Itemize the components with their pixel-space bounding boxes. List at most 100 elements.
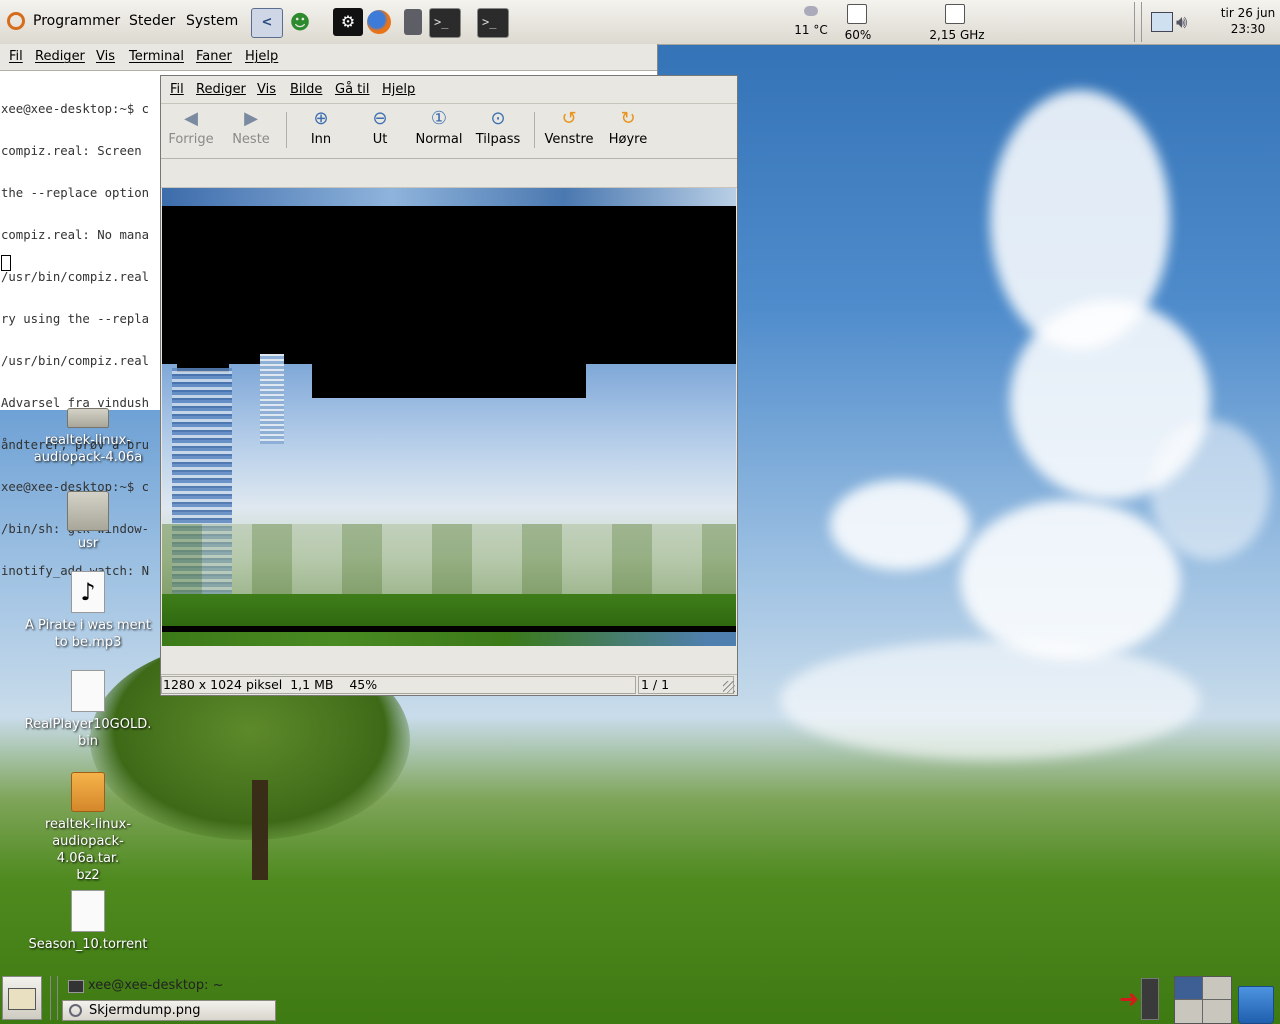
taskbar-item-image-viewer[interactable]: Skjermdump.png [62, 1000, 276, 1021]
folder-icon [67, 491, 109, 531]
viewer-menu-hjelp[interactable]: Hjelp [382, 82, 415, 97]
zoom-in-button[interactable]: ⊕ Inn [297, 108, 345, 147]
desktop-icon-realplayer[interactable]: RealPlayer10GOLD. bin [23, 670, 153, 750]
rotate-left-label: Venstre [544, 132, 594, 147]
show-desktop-button[interactable] [2, 976, 42, 1020]
launcher-kde[interactable]: < [251, 8, 283, 38]
image-glitch-column [260, 354, 284, 444]
launcher-speaker[interactable] [398, 8, 428, 36]
viewer-toolbar: ◀ Forrige ▶ Neste ⊕ Inn ⊖ Ut ① Normal ⊙ … [161, 104, 737, 159]
logout-arrow-icon: ➜ [1119, 985, 1140, 1013]
arrow-left-icon: ◀ [184, 108, 198, 129]
logout-button[interactable]: ➜ [1119, 978, 1165, 1020]
arrow-right-icon: ▶ [244, 108, 258, 129]
volume-icon[interactable]: 🔊︎ [1176, 12, 1187, 33]
launcher-steam[interactable]: ⚙ [333, 8, 363, 36]
rotate-right-label: Høyre [608, 132, 648, 147]
fit-label: Tilpass [475, 132, 521, 147]
launcher-terminal-1[interactable]: >_ [429, 8, 461, 38]
status-page-counter: 1 / 1 [638, 676, 734, 694]
desktop-icon-label: A Pirate i was ment to be.mp3 [25, 618, 151, 650]
viewer-menubar: Fil Rediger Vis Bilde Gå til Hjelp [161, 76, 737, 104]
viewer-statusbar: 1280 x 1024 piksel 1,1 MB 45% 1 / 1 [161, 674, 737, 696]
viewer-collection-strip [161, 159, 737, 188]
toolbar-separator [286, 112, 287, 148]
desktop-icon-mp3[interactable]: ♪ A Pirate i was ment to be.mp3 [23, 571, 153, 651]
image-viewer-window: Fil Rediger Vis Bilde Gå til Hjelp ◀ For… [160, 75, 738, 696]
document-icon [71, 670, 105, 712]
workspace-3[interactable] [1175, 1000, 1203, 1023]
terminal-icon [68, 980, 84, 993]
resize-grip-icon[interactable] [723, 681, 735, 693]
ubuntu-logo-icon[interactable] [7, 12, 25, 30]
clock-time[interactable]: 23:30 [1216, 22, 1280, 36]
status-filesize: 1,1 MB [290, 677, 334, 692]
terminal-menu-faner[interactable]: Faner [196, 49, 232, 64]
workspace-2[interactable] [1203, 977, 1231, 1000]
rotate-right-button[interactable]: ↻ Høyre [602, 108, 654, 147]
weather-temperature[interactable]: 11 °C [790, 23, 832, 37]
cpu-usage-text[interactable]: 60% [838, 28, 878, 42]
firefox-icon [367, 10, 391, 34]
tree-trunk [252, 780, 268, 880]
logout-icon [1141, 978, 1159, 1020]
previous-label: Forrige [168, 132, 214, 147]
viewer-menu-bilde[interactable]: Bilde [290, 82, 322, 97]
menu-steder[interactable]: Steder [129, 13, 175, 29]
panel-separator [1134, 2, 1142, 42]
image-grass-strip [162, 632, 736, 646]
trash-icon [1238, 986, 1274, 1024]
zoom-out-button[interactable]: ⊖ Ut [356, 108, 404, 147]
clock-date[interactable]: tir 26 jun [1216, 6, 1280, 20]
music-note-icon: ♪ [71, 571, 105, 613]
menu-system[interactable]: System [186, 13, 238, 29]
terminal-menu-terminal[interactable]: Terminal [129, 49, 184, 64]
show-desktop-icon [8, 988, 36, 1010]
desktop-icon-label: usr [77, 536, 99, 551]
launcher-terminal-2[interactable]: >_ [477, 8, 509, 38]
desktop-icon-label: RealPlayer10GOLD. bin [24, 717, 152, 749]
terminal-menu-hjelp[interactable]: Hjelp [245, 49, 278, 64]
terminal-icon: >_ [482, 15, 497, 29]
rotate-left-button[interactable]: ↺ Venstre [542, 108, 596, 147]
terminal-menu-rediger[interactable]: Rediger [35, 49, 85, 64]
next-button[interactable]: ▶ Neste [227, 108, 275, 147]
viewer-menu-rediger[interactable]: Rediger [196, 82, 246, 97]
desktop-icon-realtek-archive[interactable]: realtek-linux- audiopack-4.06a.tar. bz2 [23, 772, 153, 884]
rotate-left-icon: ↺ [561, 108, 577, 129]
zoom-fit-icon: ⊙ [490, 108, 506, 129]
viewer-menu-vis[interactable]: Vis [257, 82, 276, 97]
workspace-1[interactable] [1175, 977, 1203, 1000]
network-icon[interactable] [1151, 12, 1173, 32]
status-zoom: 45% [349, 677, 378, 692]
launcher-firefox[interactable] [364, 8, 394, 36]
taskbar-item-terminal[interactable]: xee@xee-desktop: ~ [62, 976, 276, 997]
launcher-messenger[interactable]: ☻ [285, 8, 315, 36]
normal-size-button[interactable]: ① Normal [414, 108, 464, 147]
workspace-switcher[interactable] [1174, 976, 1232, 1024]
image-tree-line [162, 524, 736, 594]
trash-button[interactable] [1235, 978, 1277, 1024]
menu-programmer[interactable]: Programmer [33, 13, 120, 29]
document-icon [71, 890, 105, 932]
desktop-icon-realtek-folder[interactable]: realtek-linux- audiopack-4.06a [23, 408, 153, 466]
kde-icon: < [261, 15, 273, 30]
image-viewer-icon [69, 1004, 82, 1017]
fit-button[interactable]: ⊙ Tilpass [474, 108, 522, 147]
workspace-4[interactable] [1203, 1000, 1231, 1023]
desktop-icon-usr[interactable]: usr [23, 491, 153, 552]
terminal-menu-fil[interactable]: Fil [9, 49, 23, 64]
folder-icon [67, 408, 109, 428]
cpu-freq-text[interactable]: 2,15 GHz [924, 28, 990, 42]
viewer-menu-fil[interactable]: Fil [170, 82, 184, 97]
previous-button[interactable]: ◀ Forrige [167, 108, 215, 147]
normal-size-label: Normal [415, 132, 463, 147]
status-image-info: 1280 x 1024 piksel 1,1 MB 45% [161, 676, 636, 694]
desktop-icon-torrent[interactable]: Season_10.torrent [23, 890, 153, 953]
viewer-menu-ga-til[interactable]: Gå til [335, 82, 370, 97]
image-display-area[interactable] [162, 188, 736, 646]
terminal-icon: >_ [434, 15, 449, 29]
panel-handle[interactable] [50, 976, 58, 1020]
terminal-line: /usr/bin/compiz.real [1, 270, 150, 284]
terminal-menu-vis[interactable]: Vis [96, 49, 115, 64]
